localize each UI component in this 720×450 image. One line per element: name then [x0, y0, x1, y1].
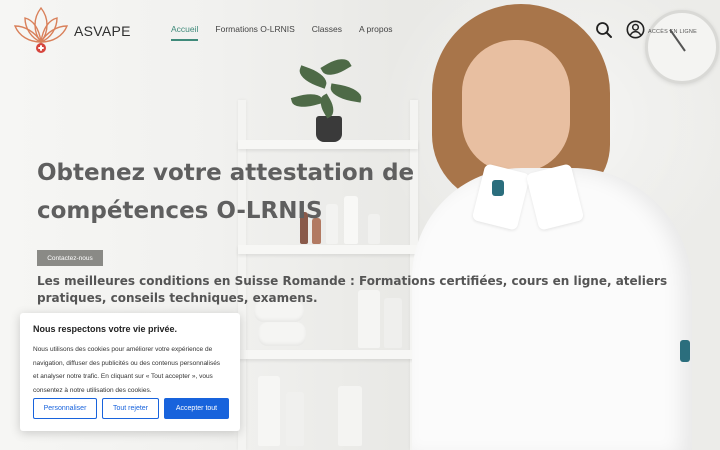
cookie-banner-title: Nous respectons votre vie privée. — [33, 324, 178, 334]
nav-item-formations[interactable]: Formations O-LRNIS — [215, 24, 294, 41]
cookie-reject-button[interactable]: Tout rejeter — [102, 398, 159, 419]
nav-item-classes[interactable]: Classes — [312, 24, 342, 41]
search-icon[interactable] — [595, 21, 613, 39]
site-header: ASVAPE Accueil Formations O-LRNIS Classe… — [0, 0, 720, 60]
online-access-label: ACCÈS EN LIGNE — [648, 28, 697, 35]
hero-title-line-2: compétences O-LRNIS — [37, 198, 323, 224]
user-circle-icon — [626, 20, 645, 43]
main-nav: Accueil Formations O-LRNIS Classes A pro… — [171, 24, 393, 41]
hero-title: Obtenez votre attestation de compétences… — [37, 154, 417, 230]
cookie-customize-button[interactable]: Personnaliser — [33, 398, 97, 419]
hero-subtitle: Les meilleures conditions en Suisse Roma… — [37, 274, 668, 305]
lotus-logo-icon[interactable] — [13, 4, 69, 54]
online-access-button[interactable]: ACCÈS EN LIGNE — [626, 20, 697, 43]
cookie-banner-text: Nous utilisons des cookies pour améliore… — [33, 346, 221, 394]
contact-button[interactable]: Contactez-nous — [37, 250, 103, 266]
hero-title-line-1: Obtenez votre attestation de — [37, 160, 415, 186]
brand-name[interactable]: ASVAPE — [74, 23, 131, 39]
cookie-consent-banner: Nous respectons votre vie privée. Nous u… — [20, 313, 240, 431]
cookie-banner-actions: Personnaliser Tout rejeter Accepter tout — [33, 398, 229, 419]
nav-item-accueil[interactable]: Accueil — [171, 24, 199, 41]
nav-item-a-propos[interactable]: A propos — [359, 24, 393, 41]
cookie-accept-button[interactable]: Accepter tout — [164, 398, 229, 419]
plant-pot — [316, 116, 342, 142]
